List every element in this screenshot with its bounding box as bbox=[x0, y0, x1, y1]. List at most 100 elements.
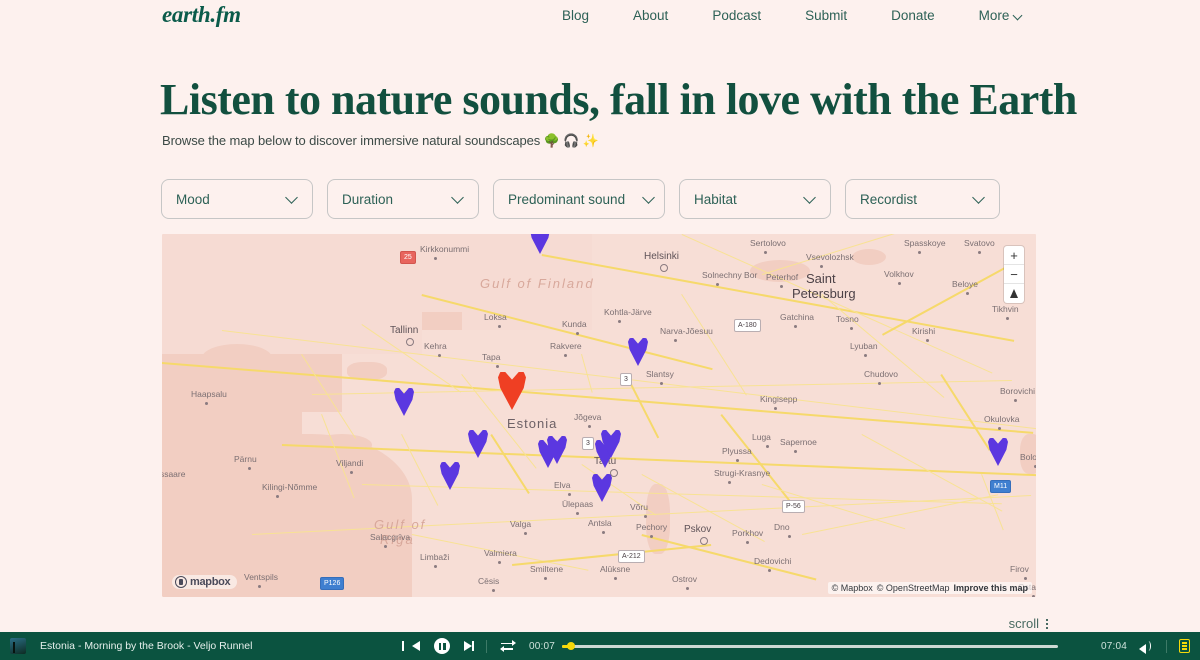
map-label: Ventspils bbox=[244, 572, 278, 582]
nav-item-blog[interactable]: Blog bbox=[540, 8, 611, 23]
filter-duration[interactable]: Duration bbox=[327, 179, 479, 219]
filter-predominant-sound[interactable]: Predominant sound bbox=[493, 179, 665, 219]
nav-item-more[interactable]: More bbox=[957, 8, 1045, 23]
map-road-shield: P-56 bbox=[782, 500, 805, 513]
nav-item-donate[interactable]: Donate bbox=[869, 8, 957, 23]
map-label: Luga bbox=[752, 432, 771, 442]
audio-bar-right: 07:04 bbox=[1101, 639, 1190, 653]
attribution-mapbox[interactable]: © Mapbox bbox=[832, 583, 873, 593]
map-label: Strugi-Krasnye bbox=[714, 468, 770, 478]
nav-item-about[interactable]: About bbox=[611, 8, 690, 23]
map-road-shield: 3 bbox=[620, 373, 632, 386]
chevron-down-icon bbox=[452, 193, 464, 205]
map-city-dot bbox=[434, 565, 437, 568]
map-label: Tapa bbox=[482, 352, 500, 362]
map-city-dot bbox=[978, 251, 981, 254]
map-city-dot bbox=[544, 577, 547, 580]
map-city-marker bbox=[610, 469, 618, 477]
map-label: Gatchina bbox=[780, 312, 814, 322]
map-city-dot bbox=[998, 427, 1001, 430]
map-label: Solnechny Bor bbox=[702, 270, 757, 280]
map-city-dot bbox=[864, 354, 867, 357]
filter-predominant-sound-label: Predominant sound bbox=[508, 192, 625, 207]
map-city-dot bbox=[794, 325, 797, 328]
mapbox-logo-text: mapbox bbox=[190, 576, 230, 588]
filter-recordist[interactable]: Recordist bbox=[845, 179, 1000, 219]
map-label: Sertolovo bbox=[750, 238, 786, 248]
filter-mood[interactable]: Mood bbox=[161, 179, 313, 219]
shuffle-button[interactable] bbox=[501, 641, 515, 652]
map-city-dot bbox=[728, 481, 731, 484]
total-time: 07:04 bbox=[1101, 641, 1127, 652]
map-label: Beloye bbox=[952, 279, 978, 289]
map-city-dot bbox=[496, 365, 499, 368]
map-road-shield: 25 bbox=[400, 251, 416, 264]
chevron-down-icon bbox=[804, 193, 816, 205]
map-city-dot bbox=[674, 339, 677, 342]
map-city-dot bbox=[650, 535, 653, 538]
map-city-dot bbox=[850, 327, 853, 330]
map-label: Volkhov bbox=[884, 269, 914, 279]
now-playing-thumbnail[interactable] bbox=[10, 638, 26, 654]
scroll-hint: scroll bbox=[1009, 616, 1048, 631]
map-label: Saint bbox=[806, 271, 836, 286]
map-city-dot bbox=[788, 535, 791, 538]
map-zoom-out-button[interactable]: − bbox=[1004, 265, 1024, 284]
volume-button[interactable] bbox=[1139, 640, 1154, 652]
next-track-button[interactable] bbox=[464, 641, 472, 651]
map-label: Sapernoe bbox=[780, 437, 817, 447]
map-label: Narva-Jõesuu bbox=[660, 326, 713, 336]
improve-this-map-link[interactable]: Improve this map bbox=[953, 583, 1028, 593]
soundscape-map[interactable]: HelsinkiKirkkonummiTallinnLoksaKundaRakv… bbox=[162, 234, 1036, 597]
map-city-marker bbox=[406, 338, 414, 346]
scroll-dots-icon bbox=[1046, 619, 1048, 629]
map-label: Jõgeva bbox=[574, 412, 601, 422]
map-city-dot bbox=[764, 251, 767, 254]
progress-knob[interactable] bbox=[567, 642, 575, 650]
map-label: Porkhov bbox=[732, 528, 763, 538]
map-city-dot bbox=[524, 532, 527, 535]
map-city-dot bbox=[774, 407, 777, 410]
map-city-dot bbox=[1014, 399, 1017, 402]
map-city-dot bbox=[276, 495, 279, 498]
filter-habitat[interactable]: Habitat bbox=[679, 179, 831, 219]
filter-recordist-label: Recordist bbox=[860, 192, 917, 207]
site-logo[interactable]: earth.fm bbox=[162, 2, 241, 28]
map-label: Pskov bbox=[684, 524, 711, 535]
nav-item-submit[interactable]: Submit bbox=[783, 8, 869, 23]
map-label: Slantsy bbox=[646, 369, 674, 379]
map-label: Tosno bbox=[836, 314, 859, 324]
map-city-dot bbox=[258, 585, 261, 588]
map-zoom-in-button[interactable]: + bbox=[1004, 246, 1024, 265]
current-time: 00:07 bbox=[529, 641, 555, 652]
map-label: Võru bbox=[630, 502, 648, 512]
mapbox-mark-icon bbox=[175, 576, 187, 588]
attribution-osm[interactable]: © OpenStreetMap bbox=[877, 583, 950, 593]
map-city-dot bbox=[1032, 595, 1035, 597]
map-canvas[interactable]: HelsinkiKirkkonummiTallinnLoksaKundaRakv… bbox=[162, 234, 1036, 597]
map-label: Plyussa bbox=[722, 446, 752, 456]
map-label: Limbaži bbox=[420, 552, 449, 562]
map-label: Kingisepp bbox=[760, 394, 797, 404]
map-compass-button[interactable] bbox=[1004, 284, 1024, 303]
mapbox-logo[interactable]: mapbox bbox=[172, 575, 237, 589]
pause-button[interactable] bbox=[434, 638, 450, 654]
map-city-dot bbox=[926, 339, 929, 342]
site-header: earth.fm Blog About Podcast Submit Donat… bbox=[0, 0, 1200, 32]
nav-item-podcast[interactable]: Podcast bbox=[690, 8, 783, 23]
map-label: Gulf of bbox=[374, 517, 426, 532]
audio-player-bar: Estonia - Morning by the Brook - Veljo R… bbox=[0, 632, 1200, 660]
previous-track-button[interactable] bbox=[412, 641, 420, 651]
map-city-dot bbox=[434, 257, 437, 260]
playlist-button[interactable] bbox=[1179, 639, 1190, 653]
map-city-dot bbox=[820, 265, 823, 268]
page-root: earth.fm Blog About Podcast Submit Donat… bbox=[0, 0, 1200, 660]
map-label: Smiltene bbox=[530, 564, 563, 574]
progress-slider[interactable] bbox=[562, 645, 1058, 648]
map-zoom-controls[interactable]: + − bbox=[1004, 246, 1024, 303]
map-label: Borovichi bbox=[1000, 386, 1035, 396]
map-city-dot bbox=[736, 459, 739, 462]
filter-bar: Mood Duration Predominant sound Habitat … bbox=[161, 179, 1000, 219]
now-playing-title: Estonia - Morning by the Brook - Veljo R… bbox=[40, 640, 252, 652]
chevron-down-icon bbox=[973, 193, 985, 205]
